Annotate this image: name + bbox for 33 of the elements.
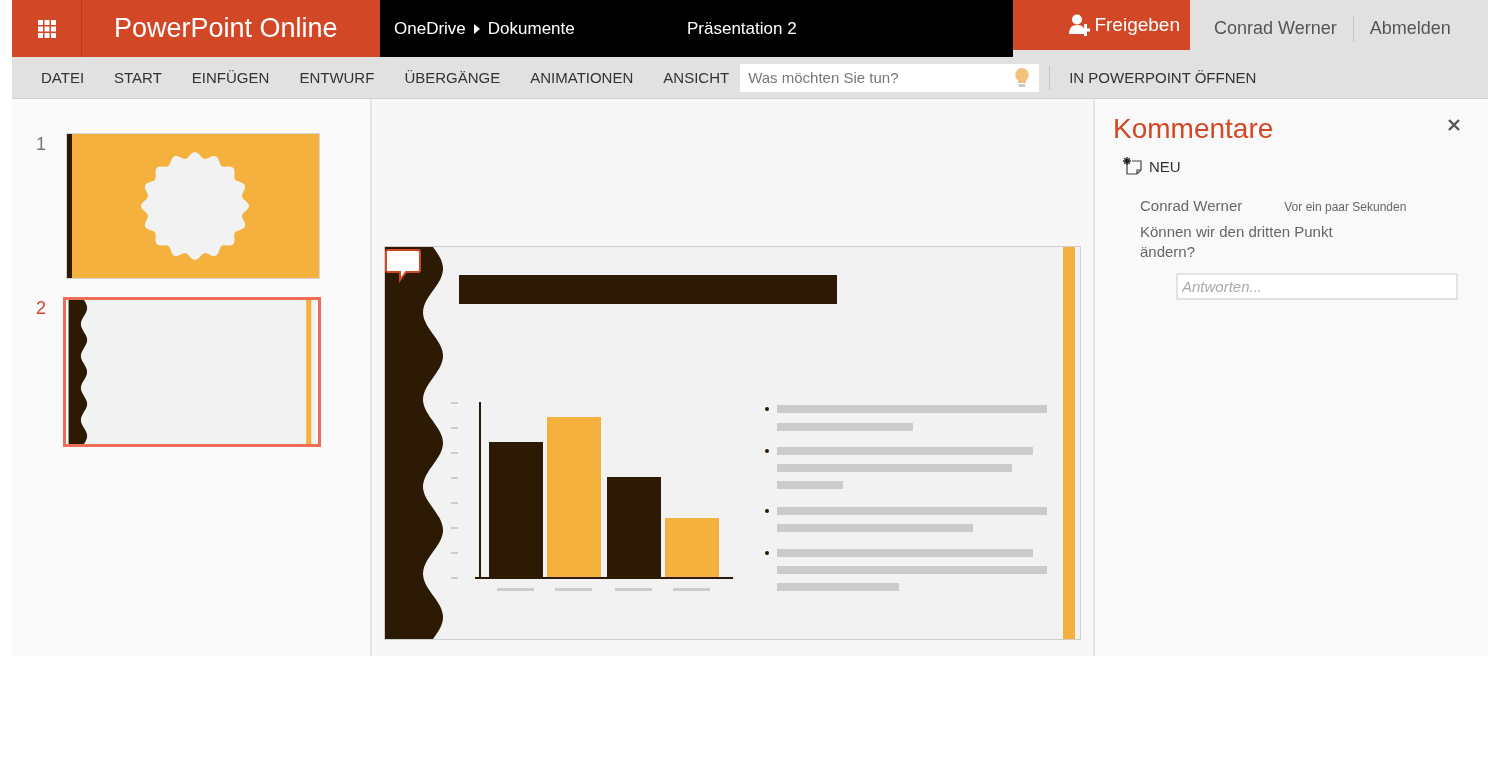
slide-thumbnail[interactable] (63, 297, 321, 447)
breadcrumb-link[interactable]: Dokumente (487, 18, 575, 39)
comment-time: Vor ein paar Sekunden (1284, 200, 1407, 214)
sign-out-link[interactable]: Abmelden (1369, 18, 1451, 39)
ribbon-tab[interactable]: ANIMATIONEN (517, 57, 647, 98)
user-name-link[interactable]: Conrad Werner (1214, 18, 1337, 39)
ribbon-tab[interactable]: DATEI (28, 57, 98, 98)
new-note-icon (1123, 157, 1143, 175)
comment-author: Conrad Werner (1140, 197, 1243, 214)
waffle-icon (37, 19, 56, 38)
comments-title: Kommentare (1113, 113, 1274, 145)
ribbon-tab[interactable]: ANSICHT (650, 57, 743, 98)
share-button[interactable]: Freigeben (1013, 0, 1190, 50)
new-comment-button[interactable]: NEU (1123, 157, 1181, 175)
comment-marker-icon[interactable] (385, 249, 421, 281)
chart-bar (665, 518, 719, 577)
reply-field[interactable]: Antworten... (1176, 273, 1458, 300)
slide-number: 2 (35, 297, 47, 317)
breadcrumb-link[interactable]: OneDrive (394, 18, 466, 39)
ribbon-tab[interactable]: ÜBERGÄNGE (391, 57, 514, 98)
open-in-app-button[interactable]: IN POWERPOINT ÖFFNEN (1056, 57, 1270, 98)
ribbon-tab[interactable]: ENTWURF (286, 57, 388, 98)
comment-text: Können wir den dritten Punkt ändern? (1140, 222, 1334, 261)
close-icon (1448, 119, 1460, 131)
lightbulb-icon (1015, 67, 1030, 88)
ribbon-tab[interactable]: START (101, 57, 175, 98)
search-field[interactable]: Was möchten Sie tun? (740, 63, 1040, 92)
document-title[interactable]: Präsentation 2 (687, 18, 797, 39)
add-person-icon (1068, 14, 1091, 36)
slide-number: 1 (35, 133, 47, 153)
breadcrumb-arrow-icon (473, 23, 480, 34)
slide-thumbnail[interactable] (66, 133, 320, 279)
ribbon-tab[interactable]: EINFÜGEN (178, 57, 283, 98)
